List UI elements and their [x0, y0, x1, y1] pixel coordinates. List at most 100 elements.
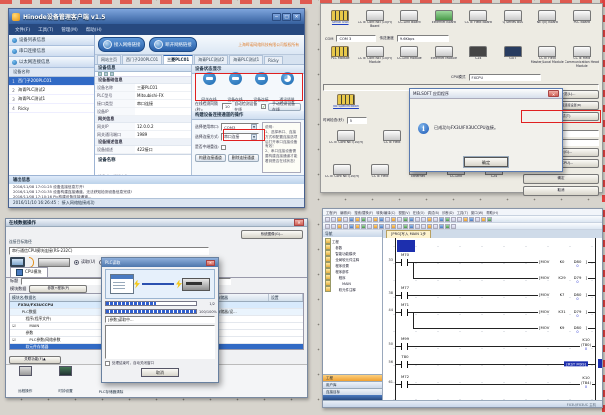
menu-item[interactable]: 工具(T) — [38, 27, 53, 33]
progress-result-list[interactable] — [105, 325, 215, 359]
interface-option[interactable]: Q Series Bus — [496, 10, 531, 34]
sidebar-section-ethernet[interactable]: 以太网连接信息 — [9, 57, 94, 68]
property-row[interactable]: 设备描述422接口 — [95, 146, 191, 154]
group-desc-info[interactable]: 设备描述信息 — [95, 139, 191, 146]
interface-option[interactable]: CC IE Field Master/Local Module — [530, 46, 565, 72]
serial-port-combobox[interactable]: COM3▼ — [221, 123, 259, 131]
close-icon[interactable]: ✕ — [548, 90, 559, 97]
property-row[interactable]: 设备名称三菱PLC01 — [95, 84, 191, 92]
sidebar-section-serial[interactable]: 串口连接信息 — [9, 46, 94, 57]
device-tab[interactable]: 三菱PLC01 — [163, 55, 193, 64]
cancel-button[interactable]: 取消 — [141, 368, 179, 377]
property-row[interactable]: 设备IP — [95, 108, 191, 116]
dialog-titlebar[interactable]: 在线数据操作 ✕ — [6, 219, 307, 227]
device-tab[interactable]: 海青PLC测试1 — [229, 55, 263, 64]
build-channel-button[interactable]: 构建连接通道 — [195, 154, 226, 162]
device-list-item[interactable]: 2 海青PLC测试2 — [9, 86, 94, 95]
project-tree-item[interactable]: 软元件注释 — [325, 286, 380, 292]
menu-item[interactable]: 帮助(H) — [486, 210, 498, 215]
property-row[interactable]: 网关IP12.0.0.2 — [95, 123, 191, 131]
coexistence-option[interactable]: CC IE Cont NET/10(H) — [323, 164, 361, 185]
param-program-button[interactable]: 参数+程序(P) — [29, 285, 87, 293]
property-row[interactable]: PLC型号Mitsubishi-FX — [95, 92, 191, 100]
cpu-mode-field[interactable]: FXCPU — [469, 74, 541, 81]
menu-item[interactable]: 在线(O) — [413, 210, 425, 215]
auto-close-checkbox[interactable] — [105, 361, 110, 366]
auto-detect-checkbox[interactable]: ✓ — [261, 104, 266, 109]
cpu-module-tab[interactable]: CPU模块 — [10, 267, 48, 277]
close-button[interactable]: ✕ — [292, 13, 301, 21]
interface-option[interactable]: Ethernet Module — [427, 46, 462, 72]
menu-item[interactable]: 帮助(H) — [86, 27, 102, 33]
device-list-item[interactable]: 1 西门子200PLC01 — [9, 77, 94, 86]
tool-button[interactable]: 远程操作 — [18, 366, 32, 396]
delete-channel-button[interactable]: 删除连接通道 — [228, 154, 259, 162]
interface-option[interactable]: CC IE Cont NET/10(H) Module — [358, 46, 393, 72]
menu-item[interactable]: 视图(V) — [398, 210, 409, 215]
toolbar-row-2[interactable] — [323, 223, 602, 230]
navigation-tab-button[interactable]: 连接目标 — [323, 388, 382, 395]
network-option[interactable]: CC IE Cont NET/10(H) — [323, 130, 369, 151]
maximize-button[interactable]: □ — [282, 13, 291, 21]
toolbar-row-1[interactable] — [323, 216, 602, 223]
titlebar[interactable]: Hinode设备管理客户端 v1.5 ─ □ ✕ — [9, 9, 304, 24]
menu-item[interactable]: 文件(F) — [15, 27, 30, 33]
interface-option[interactable]: Serial USB — [323, 10, 358, 34]
menu-item[interactable]: 调试(B) — [428, 210, 439, 215]
close-icon[interactable]: ✕ — [294, 219, 304, 226]
property-row[interactable]: 网关通讯端口1989 — [95, 131, 191, 139]
read-radio[interactable]: 读取(U) — [74, 259, 95, 265]
sidebar-section-devices[interactable]: 设备列表信息 — [9, 35, 94, 46]
melsoft-dialog-titlebar[interactable]: MELSOFT 应用程序 ✕ — [410, 89, 562, 99]
interface-option[interactable]: CC IE Cont NET/10(H) Board — [358, 10, 393, 34]
navigation-tab-button[interactable]: 工程 — [323, 374, 382, 381]
minimize-button[interactable]: ─ — [272, 13, 281, 21]
close-icon[interactable]: ✕ — [206, 260, 215, 266]
connect-network-button[interactable]: 接入网络链接 — [98, 37, 145, 52]
navigation-tab-button[interactable]: 用户库 — [323, 381, 382, 388]
tool-button[interactable]: 时钟设置 — [58, 366, 72, 396]
menu-item[interactable]: 转换/编译(C) — [376, 210, 395, 215]
coexistence-option[interactable]: CC IE Field — [361, 164, 399, 185]
melsoft-ok-button[interactable]: 确定 — [464, 157, 508, 167]
ok-button[interactable]: 确定 — [523, 174, 599, 184]
no-specification-option[interactable]: No Specification — [323, 94, 369, 109]
interface-option[interactable]: PLC Module — [323, 46, 358, 72]
group-gateway-info[interactable]: 网关信息 — [95, 116, 191, 123]
group-basic-info[interactable]: 设备基础信息 — [95, 77, 191, 84]
output-log-body[interactable]: 2016/11/08 17:01:25 设备连接信息打开!2016/11/08 … — [9, 184, 304, 198]
progress-titlebar[interactable]: PLC读取 ✕ — [102, 258, 218, 267]
cancel-button[interactable]: 取消 — [523, 186, 599, 196]
menu-item[interactable]: 管理(M) — [61, 27, 77, 33]
menu-item[interactable]: 窗口(W) — [471, 210, 483, 215]
property-row[interactable]: 接口类型串口连接 — [95, 100, 191, 108]
device-tab[interactable]: 网站主页 — [97, 55, 121, 64]
interface-option[interactable]: CC-Link Board — [392, 10, 427, 34]
interval-input[interactable]: 10 — [222, 103, 232, 110]
interface-option[interactable]: Ethernet Board — [427, 10, 462, 34]
row-checkbox[interactable]: ☑ — [10, 338, 18, 342]
row-checkbox[interactable]: ☑ — [10, 324, 18, 328]
system-image-button[interactable]: 系统图像(G)... — [241, 230, 303, 239]
interface-option[interactable]: C24 — [461, 46, 496, 72]
menu-item[interactable]: 工程(P) — [326, 210, 337, 215]
device-tab[interactable]: 西门子200PLC01 — [122, 55, 162, 64]
disconnect-network-button[interactable]: 断开网络链接 — [149, 37, 196, 52]
device-list-item[interactable]: 3 海青PLC测试1 — [9, 95, 94, 104]
interface-option[interactable]: GOT — [496, 46, 531, 72]
interface-option[interactable]: CC IE Field Communication Head Module — [565, 46, 600, 72]
ladder-editor-tab[interactable]: [PRG]写入 MAIN 1步 — [386, 230, 431, 238]
manual-detect-button[interactable]: 手动检测设备在线 — [268, 103, 301, 111]
menu-item[interactable]: 工具(T) — [457, 210, 468, 215]
related-functions-button[interactable]: 关联功能(F)▲ — [9, 356, 61, 364]
time-check-field[interactable]: 5 — [347, 117, 367, 124]
connect-mode-combobox[interactable]: 串口连接▼ — [221, 133, 259, 141]
interface-option[interactable]: NET(II) Board — [530, 10, 565, 34]
com-port-field[interactable]: COM 3 — [336, 35, 376, 42]
device-list-item[interactable]: 4 Ricky — [9, 104, 94, 113]
device-tab[interactable]: 海青PLC测试2 — [194, 55, 228, 64]
interface-option[interactable]: PLC Board — [565, 10, 600, 34]
interface-option[interactable]: CC IE Field Board — [461, 10, 496, 34]
menu-item[interactable]: 搜索/替换(F) — [354, 210, 373, 215]
interface-option[interactable]: CC-Link Module — [392, 46, 427, 72]
